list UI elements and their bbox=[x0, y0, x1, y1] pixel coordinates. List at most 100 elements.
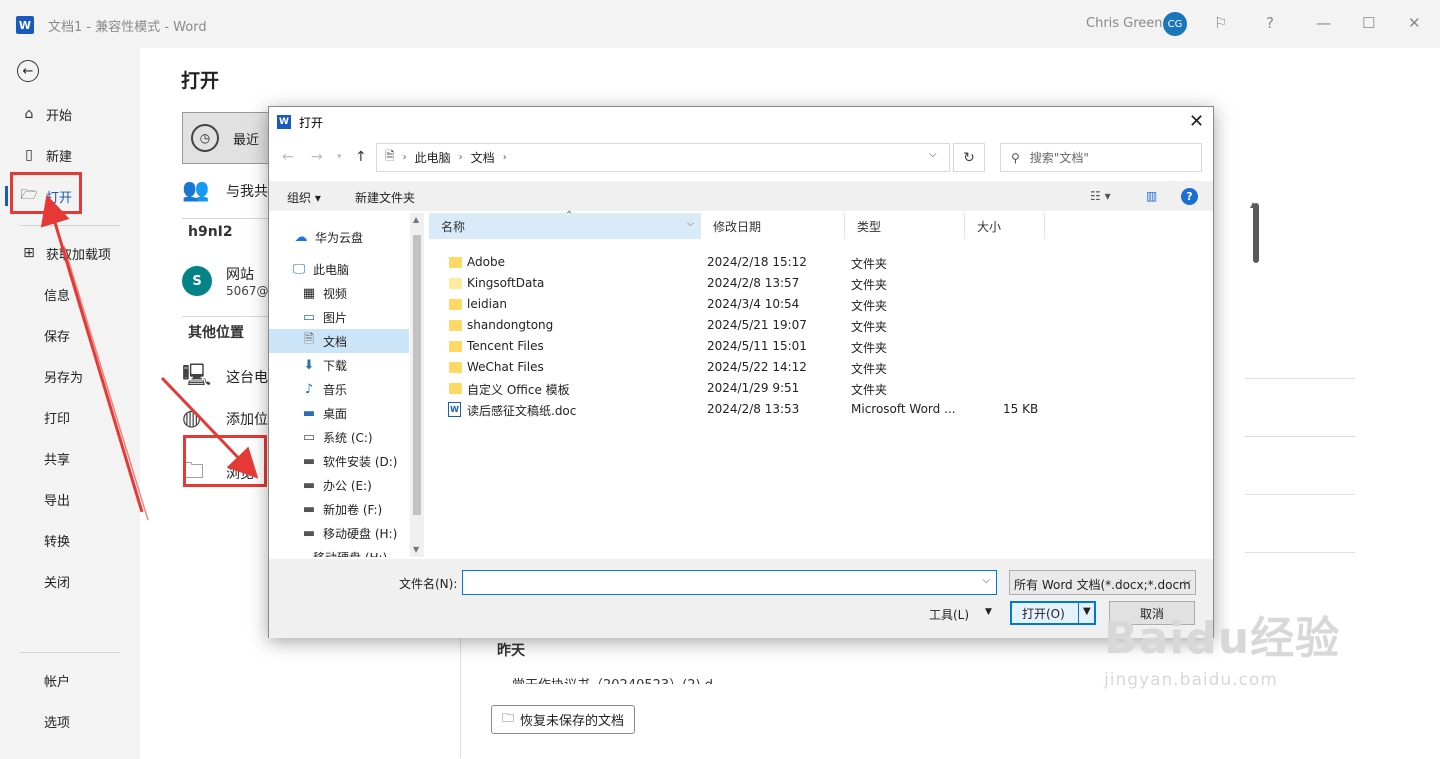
nav-export[interactable]: 导出 bbox=[0, 481, 140, 517]
view-options-icon[interactable]: ☷ ▾ bbox=[1090, 189, 1111, 203]
tree-item-music[interactable]: ♪ 音乐 bbox=[269, 377, 409, 401]
dialog-close-icon[interactable]: ✕ bbox=[1189, 111, 1204, 132]
tree-item-huawei-cloud[interactable]: ☁ 华为云盘 bbox=[269, 225, 409, 249]
avatar[interactable]: CG bbox=[1163, 12, 1187, 36]
file-row[interactable]: KingsoftData 2024/2/8 13:57 文件夹 bbox=[429, 273, 1213, 294]
back-arrow-icon[interactable]: ← bbox=[17, 60, 39, 82]
nav-save-as[interactable]: 另存为 bbox=[0, 358, 140, 394]
chevron-down-icon: ⌵ bbox=[1183, 576, 1191, 587]
minimize-icon[interactable]: — bbox=[1316, 14, 1331, 32]
organize-button[interactable]: 组织 ▾ bbox=[287, 189, 321, 206]
refresh-button[interactable]: ↻ bbox=[953, 143, 985, 172]
help-icon[interactable]: ? bbox=[1266, 14, 1274, 32]
file-row[interactable]: leidian 2024/3/4 10:54 文件夹 bbox=[429, 294, 1213, 315]
site-sub-label: 5067@ bbox=[226, 284, 269, 298]
tree-item-drive-h[interactable]: ▬ 移动硬盘 (H:) bbox=[269, 521, 409, 545]
recover-unsaved-button[interactable]: 🗀 恢复未保存的文档 bbox=[491, 705, 636, 734]
nav-print[interactable]: 打印 bbox=[0, 399, 140, 435]
chevron-down-icon[interactable]: ⌵ bbox=[929, 149, 937, 160]
nav-transform-label: 转换 bbox=[44, 534, 71, 550]
file-row[interactable]: W 读后感征文稿纸.doc 2024/2/8 13:53 Microsoft W… bbox=[429, 399, 1213, 420]
search-input[interactable]: ⚲ 搜索"文档" bbox=[1000, 143, 1202, 172]
tree-item-documents[interactable]: 🗎 文档 bbox=[269, 329, 409, 353]
preview-pane-icon[interactable]: ▥ bbox=[1146, 189, 1157, 203]
nav-new[interactable]: ▯ 新建 bbox=[0, 137, 140, 173]
shared-with-me-item[interactable]: 👥 与我共 bbox=[182, 178, 268, 203]
tree-scrollbar-thumb[interactable] bbox=[413, 235, 421, 515]
breadcrumb-documents[interactable]: 文档 bbox=[471, 149, 495, 166]
tree-item-drive-h-2[interactable]: 移动硬盘 (H:) bbox=[269, 549, 409, 557]
forward-arrow-icon[interactable]: → bbox=[311, 149, 323, 165]
chevron-down-icon[interactable]: ⌵ bbox=[982, 575, 990, 586]
document-title: 文档1 - 兼容性模式 - Word bbox=[48, 20, 207, 35]
column-header-type[interactable]: 类型 bbox=[845, 213, 965, 239]
column-header-modified[interactable]: 修改日期 bbox=[701, 213, 845, 239]
file-row[interactable]: Tencent Files 2024/5/11 15:01 文件夹 bbox=[429, 336, 1213, 357]
breadcrumb-this-pc[interactable]: 此电脑 bbox=[415, 149, 451, 166]
nav-share[interactable]: 共享 bbox=[0, 440, 140, 476]
divider bbox=[1245, 494, 1355, 495]
nav-options[interactable]: 选项 bbox=[0, 703, 140, 739]
scrollbar-thumb[interactable] bbox=[1253, 203, 1259, 263]
file-type-select[interactable]: 所有 Word 文档(*.docx;*.docm ⌵ bbox=[1009, 570, 1196, 595]
nav-account[interactable]: 帐户 bbox=[0, 662, 140, 698]
recover-label: 恢复未保存的文档 bbox=[520, 714, 625, 729]
recent-file-item[interactable]: 党干作协议书（20240523）(2).d bbox=[512, 674, 713, 684]
chevron-down-icon[interactable]: ⌵ bbox=[687, 219, 694, 229]
divider bbox=[182, 316, 272, 317]
backstage-sidebar: ← ⌂ 开始 ▯ 新建 🗁 打开 ⊞ 获取加载项 信息 保存 另存为 打印 共享… bbox=[0, 48, 140, 759]
document-icon: 🗎 bbox=[385, 149, 395, 163]
file-row[interactable]: Adobe 2024/2/18 15:12 文件夹 bbox=[429, 252, 1213, 273]
watermark-url: jingyan.baidu.com bbox=[1104, 670, 1278, 690]
chevron-right-icon: › bbox=[402, 152, 407, 163]
nav-info[interactable]: 信息 bbox=[0, 276, 140, 312]
tree-item-videos[interactable]: ▦ 视频 bbox=[269, 281, 409, 305]
feedback-icon[interactable]: ⚐ bbox=[1214, 14, 1227, 32]
column-header-name[interactable]: 名称 ⌃ ⌵ bbox=[429, 210, 701, 239]
close-icon[interactable]: ✕ bbox=[1408, 14, 1421, 32]
new-folder-button[interactable]: 新建文件夹 bbox=[355, 189, 415, 206]
nav-get-addins-label: 获取加载项 bbox=[46, 247, 112, 263]
page-title: 打开 bbox=[181, 70, 220, 92]
nav-get-addins[interactable]: ⊞ 获取加载项 bbox=[0, 235, 140, 271]
dialog-title: 打开 bbox=[299, 116, 324, 130]
filename-input[interactable]: ⌵ bbox=[462, 570, 997, 595]
nav-close[interactable]: 关闭 bbox=[0, 563, 140, 599]
account-heading: h9nI2 bbox=[188, 224, 233, 240]
chevron-down-icon[interactable]: ▼ bbox=[1083, 606, 1091, 617]
tree-item-desktop[interactable]: ▬ 桌面 bbox=[269, 401, 409, 425]
open-button[interactable]: 打开(O) ▼ bbox=[1010, 601, 1096, 625]
maximize-icon[interactable]: ☐ bbox=[1362, 14, 1375, 32]
tree-item-downloads[interactable]: ⬇ 下载 bbox=[269, 353, 409, 377]
sharepoint-site-item[interactable]: S 网站 5067@ bbox=[182, 264, 269, 298]
address-bar[interactable]: 🗎 › 此电脑 › 文档 › bbox=[376, 143, 950, 172]
scroll-down-icon[interactable]: ▼ bbox=[413, 545, 419, 554]
tree-item-drive-c[interactable]: ▭ 系统 (C:) bbox=[269, 425, 409, 449]
nav-save[interactable]: 保存 bbox=[0, 317, 140, 353]
column-header-size[interactable]: 大小 bbox=[965, 213, 1045, 239]
up-arrow-icon[interactable]: ↑ bbox=[355, 149, 367, 165]
tools-button[interactable]: 工具(L) bbox=[929, 606, 969, 623]
nav-save-as-label: 另存为 bbox=[44, 370, 84, 386]
file-row[interactable]: shandongtong 2024/5/21 19:07 文件夹 bbox=[429, 315, 1213, 336]
this-pc-item[interactable]: 🖳 这台电 bbox=[182, 358, 268, 396]
nav-transform[interactable]: 转换 bbox=[0, 522, 140, 558]
scroll-up-icon[interactable]: ▲ bbox=[413, 215, 419, 224]
tree-item-drive-d[interactable]: ▬ 软件安装 (D:) bbox=[269, 449, 409, 473]
recent-location-button[interactable]: ◷ 最近 bbox=[182, 112, 282, 164]
folder-icon bbox=[449, 320, 462, 331]
back-arrow-icon[interactable]: ← bbox=[282, 149, 294, 165]
tree-item-drive-e[interactable]: ▬ 办公 (E:) bbox=[269, 473, 409, 497]
tree-item-drive-f[interactable]: ▬ 新加卷 (F:) bbox=[269, 497, 409, 521]
file-row[interactable]: 自定义 Office 模板 2024/1/29 9:51 文件夹 bbox=[429, 378, 1213, 399]
tree-item-pictures[interactable]: ▭ 图片 bbox=[269, 305, 409, 329]
user-name[interactable]: Chris Green bbox=[1086, 16, 1163, 31]
add-place-item[interactable]: ◍ 添加位 bbox=[182, 406, 268, 431]
nav-home[interactable]: ⌂ 开始 bbox=[0, 96, 140, 132]
tree-item-this-pc[interactable]: 🖵 此电脑 bbox=[269, 257, 409, 281]
recent-locations-chevron-icon[interactable]: ▾ bbox=[337, 152, 342, 162]
chevron-down-icon[interactable]: ▼ bbox=[985, 607, 992, 617]
help-icon[interactable]: ? bbox=[1181, 188, 1198, 205]
file-type: 文件夹 bbox=[851, 257, 888, 271]
file-row[interactable]: WeChat Files 2024/5/22 14:12 文件夹 bbox=[429, 357, 1213, 378]
